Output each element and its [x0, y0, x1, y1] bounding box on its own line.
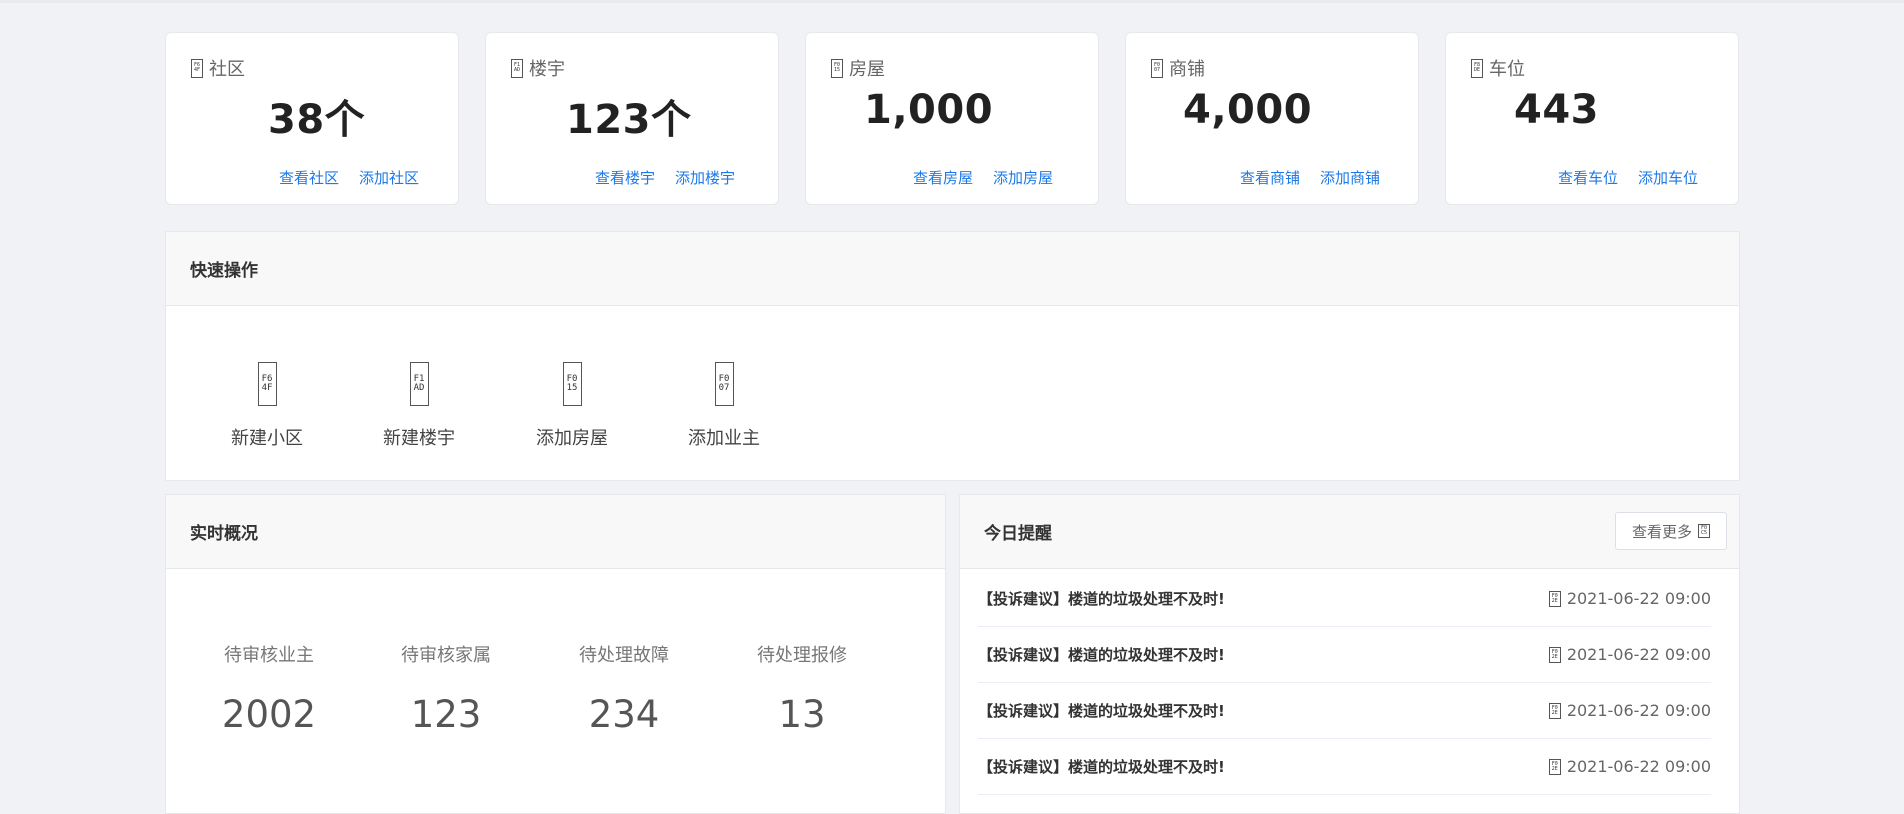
stat-label: 商铺	[1169, 59, 1205, 80]
reminder-title[interactable]: 【投诉建议】楼道的垃圾处理不及时!	[978, 588, 1225, 609]
view-more-label: 查看更多	[1631, 522, 1692, 541]
stat-card-building: F1 AD 楼宇 123个 查看楼宇 添加楼宇	[485, 32, 779, 205]
stat-label: 房屋	[849, 59, 885, 80]
reminder-title[interactable]: 【投诉建议】楼道的垃圾处理不及时!	[978, 644, 1225, 665]
realtime-panel: 实时概况 待审核业主 2002 待审核家属 123 待处理故障 234 待处理报…	[165, 494, 946, 814]
reminder-title[interactable]: 【投诉建议】楼道的垃圾处理不及时!	[978, 756, 1225, 777]
quick-action-add-house[interactable]: F0 15 添加房屋	[512, 362, 632, 450]
chevron-right-icon: F0 C5	[1698, 524, 1710, 538]
new-building-icon: F1 AD	[409, 362, 429, 406]
reminder-time: F0 2E 2021-06-22 09:00	[1548, 701, 1711, 720]
realtime-stat: 待审核家属 123	[357, 641, 535, 736]
quick-action-new-building[interactable]: F1 AD 新建楼宇	[359, 362, 479, 450]
reminder-time: F0 2E 2021-06-22 09:00	[1548, 645, 1711, 664]
quick-action-label: 添加房屋	[536, 428, 608, 449]
realtime-value: 123	[410, 693, 482, 736]
realtime-stat: 待审核业主 2002	[180, 641, 358, 736]
realtime-stat: 待处理报修 13	[713, 641, 891, 736]
quick-actions-panel: 快速操作 F6 4F 新建小区 F1 AD 新建楼宇 F0 15 添加房屋 F0 07 …	[165, 231, 1740, 481]
add-owner-icon: F0 07	[714, 362, 734, 406]
clock-icon: F0 2E	[1548, 590, 1561, 607]
reminder-item[interactable]: 【投诉建议】楼道的垃圾处理不及时! F0 2E 2021-06-22 09:00	[978, 683, 1711, 739]
panel-title: 快速操作	[166, 232, 1739, 306]
stat-label: 车位	[1489, 59, 1525, 80]
view-parking-link[interactable]: 查看车位	[1558, 169, 1618, 187]
quick-action-add-owner[interactable]: F0 07 添加业主	[664, 362, 784, 450]
realtime-label: 待审核家属	[401, 645, 491, 666]
shop-icon: F0 07	[1151, 58, 1163, 78]
quick-action-label: 添加业主	[688, 428, 760, 449]
add-community-link[interactable]: 添加社区	[359, 169, 419, 187]
realtime-value: 234	[588, 693, 660, 736]
clock-icon: F0 2E	[1548, 702, 1561, 719]
reminder-time: F0 2E 2021-06-22 09:00	[1548, 757, 1711, 776]
community-icon: F6 4F	[191, 58, 203, 78]
reminders-panel: 今日提醒 查看更多 F0 C5 【投诉建议】楼道的垃圾处理不及时! F0 2E 202…	[959, 494, 1740, 814]
reminder-item[interactable]: 【投诉建议】楼道的垃圾处理不及时! F0 2E 2021-06-22 09:00	[978, 739, 1711, 795]
new-community-icon: F6 4F	[257, 362, 277, 406]
view-shop-link[interactable]: 查看商铺	[1240, 169, 1300, 187]
quick-action-label: 新建楼宇	[383, 428, 455, 449]
realtime-value: 2002	[221, 693, 317, 736]
stat-value: 1,000	[864, 87, 994, 133]
add-shop-link[interactable]: 添加商铺	[1320, 169, 1380, 187]
view-more-button[interactable]: 查看更多 F0 C5	[1615, 512, 1727, 550]
stat-value: 4,000	[1183, 87, 1313, 133]
add-building-link[interactable]: 添加楼宇	[675, 169, 735, 187]
reminder-item[interactable]: 【投诉建议】楼道的垃圾处理不及时! F0 2E 2021-06-22 09:00	[978, 627, 1711, 683]
house-icon: F0 15	[831, 58, 843, 78]
building-icon: F1 AD	[511, 58, 523, 78]
top-divider	[0, 0, 1904, 3]
view-community-link[interactable]: 查看社区	[279, 169, 339, 187]
realtime-label: 待处理报修	[757, 645, 847, 666]
stat-value: 38个	[268, 97, 366, 143]
view-house-link[interactable]: 查看房屋	[913, 169, 973, 187]
stat-label: 楼宇	[529, 59, 565, 80]
stat-label: 社区	[209, 59, 245, 80]
clock-icon: F0 2E	[1548, 646, 1561, 663]
stat-card-community: F6 4F 社区 38个 查看社区 添加社区	[165, 32, 459, 205]
add-parking-link[interactable]: 添加车位	[1638, 169, 1698, 187]
add-house-link[interactable]: 添加房屋	[993, 169, 1053, 187]
quick-action-new-community[interactable]: F6 4F 新建小区	[207, 362, 327, 450]
reminder-item[interactable]: 【投诉建议】楼道的垃圾处理不及时! F0 2E 2021-06-22 09:00	[978, 571, 1711, 627]
stat-card-parking: F8 DE 车位 443 查看车位 添加车位	[1445, 32, 1739, 205]
reminder-time: F0 2E 2021-06-22 09:00	[1548, 589, 1711, 608]
realtime-label: 待审核业主	[224, 645, 314, 666]
realtime-label: 待处理故障	[579, 645, 669, 666]
stat-value: 443	[1514, 87, 1599, 133]
clock-icon: F0 2E	[1548, 758, 1561, 775]
panel-title: 实时概况	[166, 495, 945, 569]
reminder-title[interactable]: 【投诉建议】楼道的垃圾处理不及时!	[978, 700, 1225, 721]
stat-card-shop: F0 07 商铺 4,000 查看商铺 添加商铺	[1125, 32, 1419, 205]
realtime-value: 13	[778, 693, 826, 736]
stat-card-house: F0 15 房屋 1,000 查看房屋 添加房屋	[805, 32, 1099, 205]
realtime-stat: 待处理故障 234	[535, 641, 713, 736]
quick-action-label: 新建小区	[231, 428, 303, 449]
add-house-icon: F0 15	[562, 362, 582, 406]
parking-icon: F8 DE	[1471, 58, 1483, 78]
stat-value: 123个	[566, 97, 692, 143]
view-building-link[interactable]: 查看楼宇	[595, 169, 655, 187]
